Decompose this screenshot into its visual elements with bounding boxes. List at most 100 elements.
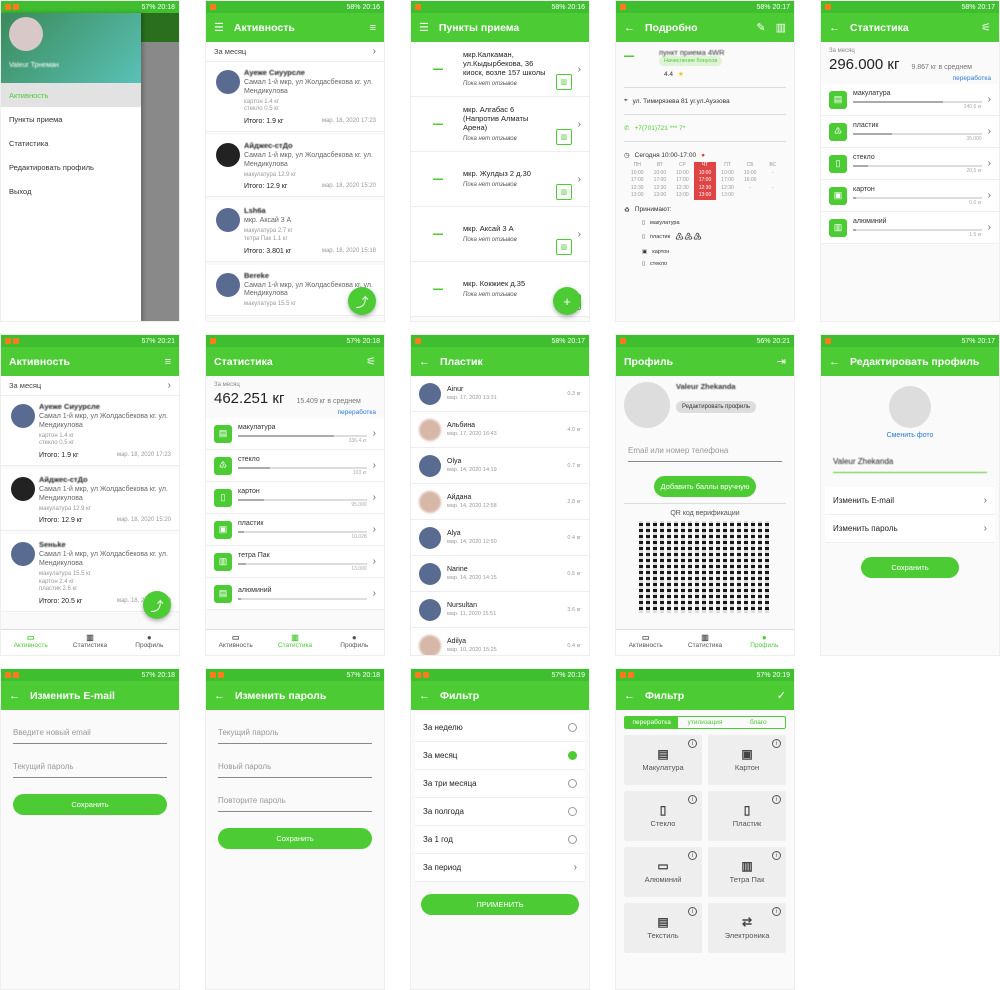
info-icon[interactable]: i (688, 851, 697, 860)
change-password-row[interactable]: Изменить пароль › (825, 515, 995, 543)
radio-button[interactable] (568, 835, 577, 844)
menu-icon[interactable]: ☰ (214, 21, 224, 34)
drawer-item-points[interactable]: Пункты приема (1, 107, 141, 131)
list-item[interactable]: ▬▬ мкр. Алгабас 6 (Напротив Алматы Арена)… (411, 97, 589, 152)
tab-activity[interactable]: ▭ Активность (616, 630, 675, 655)
drawer-item-edit-profile[interactable]: Редактировать профиль (1, 155, 141, 179)
current-password-field[interactable]: Текущий пароль (13, 760, 167, 778)
list-item[interactable]: Ауеже Сиуурсле Самал 1-й мкр, ул Жолдасбе… (206, 62, 384, 133)
category-tile[interactable]: i ▭ Алюминий (624, 847, 702, 897)
email-field[interactable]: Email или номер телефона (628, 444, 782, 462)
drawer-item-activity[interactable]: Активность (1, 83, 141, 107)
phone-link[interactable]: +7(701)721 *** 7* (634, 125, 685, 132)
list-item[interactable]: Альбина мар. 17, 2020 16:43 4.0 кг (411, 412, 589, 448)
radio-button-checked[interactable] (568, 751, 577, 760)
chart-icon[interactable]: ▥ (555, 184, 572, 200)
category-tile[interactable]: i ▯ Пластик (708, 791, 786, 841)
category-tile[interactable]: i ▥ Тетра Пак (708, 847, 786, 897)
category-tile[interactable]: i ▯ Стекло (624, 791, 702, 841)
list-item[interactable]: ▬▬ мкр.Калкаман, ул.Кыдырбекова, 36 киоск… (411, 42, 589, 97)
category-tile[interactable]: i ▤ Текстиль (624, 903, 702, 953)
info-icon[interactable]: i (772, 851, 781, 860)
back-arrow-icon[interactable]: ← (624, 690, 635, 702)
apply-button[interactable]: ПРИМЕНИТЬ (421, 894, 579, 915)
category-tile[interactable]: i ▤ Макулатура (624, 735, 702, 785)
chart-icon[interactable]: ▥ (555, 239, 572, 255)
tab-statistics[interactable]: ▥ Статистика (265, 630, 324, 655)
back-arrow-icon[interactable]: ← (829, 356, 840, 368)
new-password-field[interactable]: Новый пароль (218, 760, 372, 778)
category-tile[interactable]: i ▣ Картон (708, 735, 786, 785)
chart-icon[interactable]: ▥ (555, 74, 572, 90)
list-item[interactable]: Айджес-стДо Самал 1-й мкр, ул Жолдасбеков… (206, 135, 384, 198)
tab-activity[interactable]: ▭ Активность (206, 630, 265, 655)
logout-icon[interactable]: ⇥ (777, 355, 786, 368)
list-item[interactable]: Narine мар. 14, 2020 14:15 0.5 кг (411, 556, 589, 592)
radio-button[interactable] (568, 807, 577, 816)
filter-icon[interactable]: ⚟ (366, 355, 376, 368)
tab-profile[interactable]: ● Профиль (120, 630, 179, 655)
period-selector[interactable]: За месяц › (206, 42, 384, 62)
info-icon[interactable]: i (772, 795, 781, 804)
back-arrow-icon[interactable]: ← (419, 690, 430, 702)
info-icon[interactable]: i (688, 795, 697, 804)
menu-icon[interactable]: ☰ (419, 21, 429, 34)
stat-row[interactable]: ▯ картон 95.000 › (206, 482, 384, 514)
stat-row[interactable]: ▯ стекло 20.5 кг › (821, 148, 999, 180)
filter-option-week[interactable]: За неделю (415, 714, 585, 742)
stat-row[interactable]: ▤ макулатура 336.4 кг › (206, 418, 384, 450)
tab-statistics[interactable]: ▥ Статистика (60, 630, 119, 655)
list-item[interactable]: Айджес-стДо Самал 1-й мкр, ул Жолдасбеков… (1, 469, 179, 532)
tab-profile[interactable]: ● Профиль (735, 630, 794, 655)
name-field[interactable]: Valeur Zhekanda (833, 455, 987, 473)
filter-option-half-year[interactable]: За полгода (415, 798, 585, 826)
check-icon[interactable]: ✓ (777, 689, 786, 702)
save-button[interactable]: Сохранить (861, 557, 959, 578)
stat-row[interactable]: ▣ пластик 10.028 › (206, 514, 384, 546)
tab-activity[interactable]: ▭ Активность (1, 630, 60, 655)
share-button[interactable]: ⤴ (348, 287, 376, 315)
filter-icon[interactable]: ≡ (370, 22, 376, 34)
radio-button[interactable] (568, 779, 577, 788)
list-item[interactable]: Ауеже Сиуурсле Самал 1-й мкр, ул Жолдасбе… (1, 396, 179, 467)
info-icon[interactable]: i (772, 907, 781, 916)
edit-icon[interactable]: ✎ (756, 21, 765, 34)
tab-disposal[interactable]: утилизация (678, 717, 731, 728)
new-email-field[interactable]: Введите новый email (13, 726, 167, 744)
chart-icon[interactable]: ▥ (555, 129, 572, 145)
stat-row[interactable]: ▤ макулатура 240.6 кг › (821, 84, 999, 116)
tab-charity[interactable]: благо (732, 717, 785, 728)
stat-row[interactable]: ▥ тетра Пак 13.000 › (206, 546, 384, 578)
list-item[interactable]: Nursultan мар. 11, 2020 15:51 3.6 кг (411, 592, 589, 628)
back-arrow-icon[interactable]: ← (419, 356, 430, 368)
add-button[interactable]: + (553, 287, 581, 315)
stat-row[interactable]: ▣ картон 0.0 кг › (821, 180, 999, 212)
drawer-item-stats[interactable]: Статистика (1, 131, 141, 155)
filter-option-year[interactable]: За 1 год (415, 826, 585, 854)
list-item[interactable]: ▬▬ мкр. Аксай 3 А Пока нет отзывов ▥ › (411, 207, 589, 262)
info-icon[interactable]: i (688, 739, 697, 748)
back-arrow-icon[interactable]: ← (9, 690, 20, 702)
recycling-link[interactable]: переработка (821, 73, 999, 84)
tab-recycling[interactable]: переработка (625, 717, 679, 728)
recycling-link[interactable]: переработка (206, 407, 384, 418)
current-password-field[interactable]: Текущий пароль (218, 726, 372, 744)
stat-row[interactable]: ▤ алюминий › (206, 578, 384, 610)
tab-statistics[interactable]: ▥ Статистика (675, 630, 734, 655)
filter-option-month[interactable]: За месяц (415, 742, 585, 770)
chart-icon[interactable]: ▥ (776, 21, 786, 34)
change-photo-link[interactable]: Сменить фото (821, 432, 999, 439)
back-arrow-icon[interactable]: ← (624, 22, 635, 34)
list-item[interactable]: Alya мар. 14, 2020 12:50 0.4 кг (411, 520, 589, 556)
filter-option-period[interactable]: За период › (415, 854, 585, 882)
stat-row[interactable]: ♳ стекло 103 кг › (206, 450, 384, 482)
share-button[interactable]: ⤴ (143, 591, 171, 619)
list-item[interactable]: Айдана мар. 14, 2020 12:58 2.8 кг (411, 484, 589, 520)
save-button[interactable]: Сохранить (13, 794, 167, 815)
list-item[interactable]: Ainur мар. 17, 2020 13:31 0.3 кг (411, 376, 589, 412)
tab-profile[interactable]: ● Профиль (325, 630, 384, 655)
repeat-password-field[interactable]: Повторите пароль (218, 794, 372, 812)
edit-profile-button[interactable]: Редактировать профиль (676, 401, 756, 413)
category-tile[interactable]: i ⇄ Электроника (708, 903, 786, 953)
filter-icon[interactable]: ≡ (165, 356, 171, 368)
